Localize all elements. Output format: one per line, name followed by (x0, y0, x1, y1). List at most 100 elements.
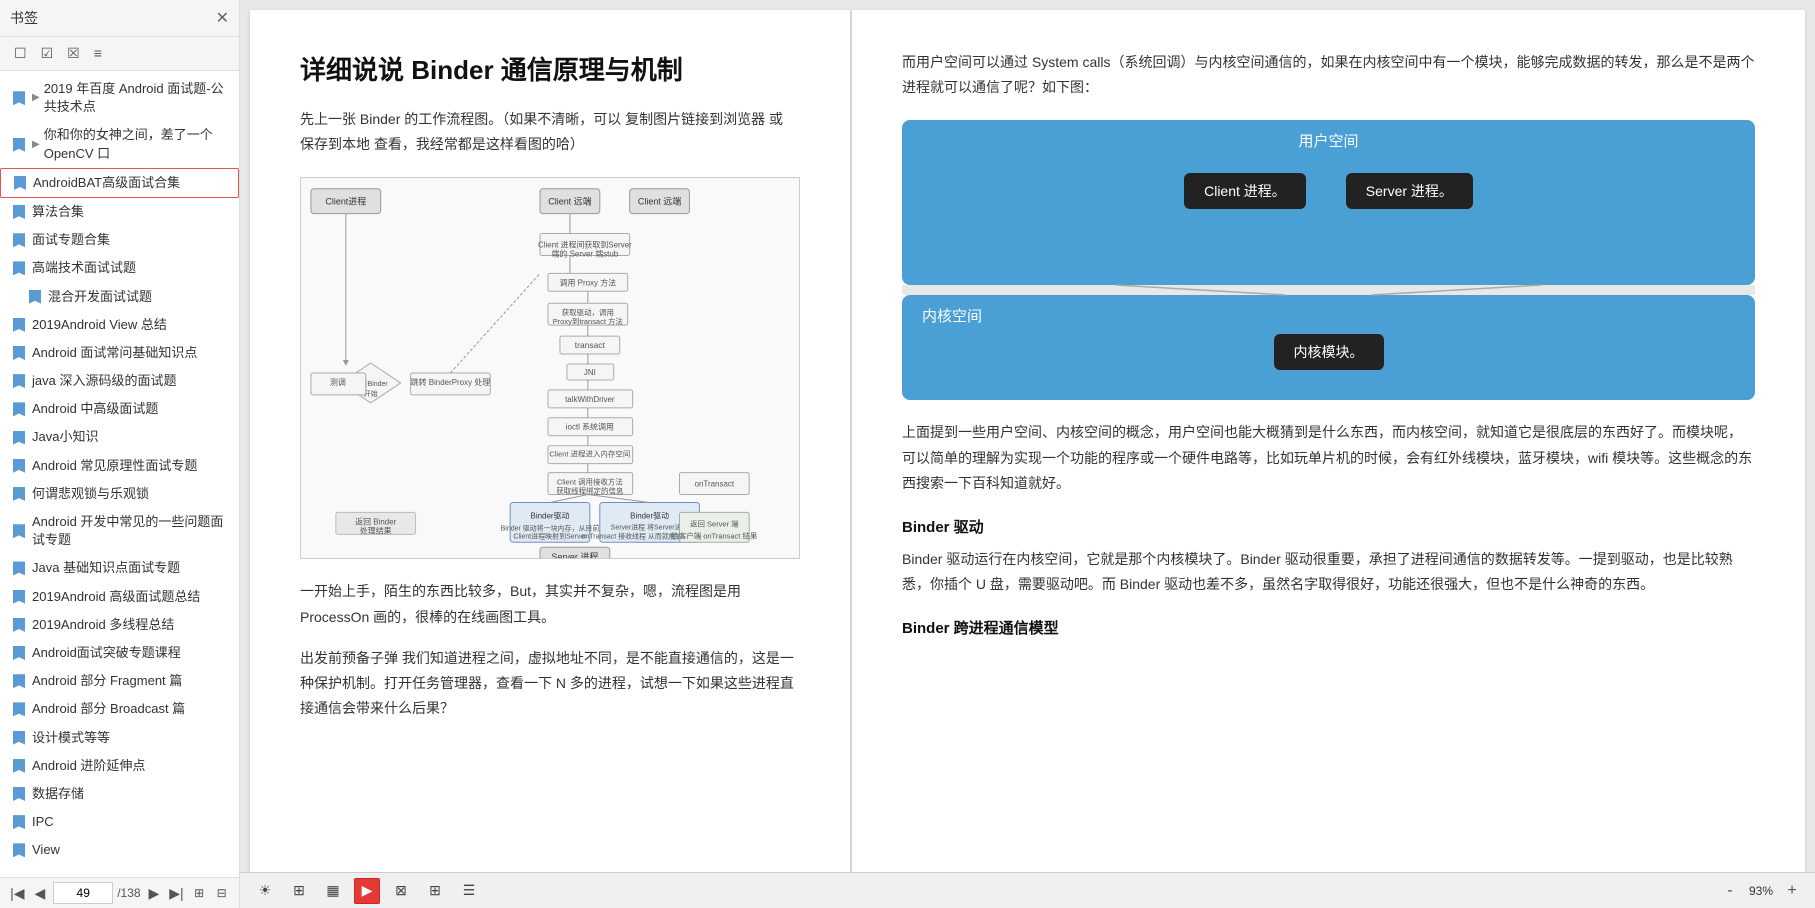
sidebar-item-item14[interactable]: 何谓悲观锁与乐观锁 (0, 480, 239, 508)
sidebar: 书签 ✕ ☐ ☑ ☒ ≡ ▶ 2019 年百度 Android 面试题-公共技术点… (0, 0, 240, 908)
svg-text:Server进程 将Server进程: Server进程 将Server进程 (611, 523, 689, 532)
toolbar-icon-3[interactable]: ☒ (63, 43, 84, 64)
sidebar-item-label-item10: java 深入源码级的面试题 (32, 372, 176, 390)
right-para1: 而用户空间可以通过 System calls（系统回调）与内核空间通信的，如果在… (902, 50, 1755, 100)
tool-btn-5[interactable]: ⊠ (388, 878, 414, 904)
sidebar-item-item13[interactable]: Android 常见原理性面试专题 (0, 452, 239, 480)
svg-text:处理结果: 处理结果 (360, 526, 392, 536)
zoom-minus-button[interactable]: - (1719, 880, 1741, 902)
bookmark-icon-item11 (12, 402, 26, 416)
bookmark-icon-item9 (12, 346, 26, 360)
zoom-plus-button[interactable]: + (1781, 880, 1803, 902)
page-title: 详细说说 Binder 通信原理与机制 (300, 50, 800, 87)
sidebar-item-item2[interactable]: ▶你和你的女神之间，差了一个 OpenCV 口 (0, 121, 239, 167)
tool-btn-2[interactable]: ⊞ (286, 878, 312, 904)
sidebar-item-item4[interactable]: 算法合集 (0, 198, 239, 226)
sidebar-item-label-item26: View (32, 841, 60, 859)
next-page-button[interactable]: ▶ (145, 882, 164, 904)
sidebar-item-item18[interactable]: 2019Android 多线程总结 (0, 611, 239, 639)
page-number-input[interactable] (53, 882, 113, 904)
tool-btn-7[interactable]: ☰ (456, 878, 482, 904)
close-icon[interactable]: ✕ (216, 8, 229, 28)
sidebar-items-list: ▶ 2019 年百度 Android 面试题-公共技术点 ▶你和你的女神之间，差了一… (0, 71, 239, 877)
sidebar-item-item20[interactable]: Android 部分 Fragment 篇 (0, 667, 239, 695)
expand-button[interactable]: ⊞ (190, 882, 209, 904)
sidebar-item-item12[interactable]: Java小知识 (0, 423, 239, 451)
svg-text:Client 远端: Client 远端 (548, 196, 591, 207)
svg-text:Client进程: Client进程 (325, 197, 366, 207)
tool-btn-1[interactable]: ☀ (252, 878, 278, 904)
sidebar-item-item9[interactable]: Android 面试常问基础知识点 (0, 339, 239, 367)
sidebar-item-item10[interactable]: java 深入源码级的面试题 (0, 367, 239, 395)
bookmark-icon-item19 (12, 646, 26, 660)
sidebar-footer: |◀ ◀ /138 ▶ ▶| ⊞ ⊟ (0, 877, 239, 908)
expand-arrow-item2[interactable]: ▶ (32, 138, 40, 152)
svg-text:Binder 驱动将一块内存，从目前: Binder 驱动将一块内存，从目前 (501, 524, 600, 533)
svg-text:Client 进程间获取到Server: Client 进程间获取到Server (538, 240, 632, 250)
binder-diagram-container: Client进程 Client 远端 Client 远端 Client 进程间获… (300, 177, 800, 559)
sidebar-item-item3[interactable]: AndroidBAT高级面试合集 (0, 168, 239, 198)
bookmark-icon-item14 (12, 487, 26, 501)
sidebar-item-label-item8: 2019Android View 总结 (32, 316, 167, 334)
sidebar-item-item22[interactable]: 设计模式等等 (0, 724, 239, 752)
right-para2: 上面提到一些用户空间、内核空间的概念，用户空间也能大概猜到是什么东西，而内核空间… (902, 420, 1755, 496)
sidebar-item-item15[interactable]: Android 开发中常见的一些问题面试专题 (0, 508, 239, 554)
toolbar-icon-1[interactable]: ☐ (10, 43, 31, 64)
collapse-button[interactable]: ⊟ (212, 882, 231, 904)
toolbar-icon-4[interactable]: ≡ (90, 43, 106, 64)
sidebar-item-item7[interactable]: 混合开发面试试题 (0, 283, 239, 311)
play-button[interactable]: ▶ (354, 878, 380, 904)
sidebar-item-item24[interactable]: 数据存储 (0, 780, 239, 808)
tool-btn-3[interactable]: ▦ (320, 878, 346, 904)
binder-flow-diagram: Client进程 Client 远端 Client 远端 Client 进程间获… (301, 178, 799, 558)
sidebar-item-item21[interactable]: Android 部分 Broadcast 篇 (0, 695, 239, 723)
sidebar-title: 书签 (10, 8, 38, 28)
svg-text:Binder驱动: Binder驱动 (630, 511, 669, 521)
binder-driver-title: Binder 驱动 (902, 516, 1755, 537)
sidebar-item-item16[interactable]: Java 基础知识点面试专题 (0, 554, 239, 582)
prev-page-button[interactable]: ◀ (31, 882, 50, 904)
bookmark-icon-item24 (12, 787, 26, 801)
sidebar-item-item6[interactable]: 高端技术面试试题 (0, 254, 239, 282)
svg-text:Client 远端: Client 远端 (638, 196, 681, 207)
last-page-button[interactable]: ▶| (167, 882, 186, 904)
tool-btn-6[interactable]: ⊞ (422, 878, 448, 904)
svg-text:talkWithDriver: talkWithDriver (565, 395, 615, 404)
bookmark-icon-item7 (28, 290, 42, 304)
client-process-box: Client 进程。 (1184, 173, 1306, 209)
sidebar-item-item1[interactable]: ▶ 2019 年百度 Android 面试题-公共技术点 (0, 75, 239, 121)
toolbar-icon-2[interactable]: ☑ (37, 43, 58, 64)
bottom-toolbar: ☀ ⊞ ▦ ▶ ⊠ ⊞ ☰ - 93% + (240, 872, 1815, 908)
sidebar-item-label-item24: 数据存储 (32, 785, 84, 803)
user-space-processes: Client 进程。 Server 进程。 (1184, 173, 1473, 209)
expand-arrow-item1[interactable]: ▶ (32, 91, 40, 105)
bookmark-icon-item5 (12, 233, 26, 247)
first-page-button[interactable]: |◀ (8, 882, 27, 904)
sidebar-item-item19[interactable]: Android面试突破专题课程 (0, 639, 239, 667)
sidebar-item-item5[interactable]: 面试专题合集 (0, 226, 239, 254)
sidebar-item-label-item16: Java 基础知识点面试专题 (32, 559, 180, 577)
sidebar-item-item26[interactable]: View (0, 836, 239, 864)
bookmark-icon-item3 (13, 176, 27, 190)
right-page-panel: 而用户空间可以通过 System calls（系统回调）与内核空间通信的，如果在… (852, 10, 1805, 898)
para2: 一开始上手，陌生的东西比较多，But，其实并不复杂，嗯，流程图是用 Proces… (300, 579, 800, 629)
sidebar-item-item11[interactable]: Android 中高级面试题 (0, 395, 239, 423)
sidebar-item-label-item14: 何谓悲观锁与乐观锁 (32, 485, 149, 503)
svg-text:transact: transact (575, 340, 606, 350)
bookmark-icon-item23 (12, 759, 26, 773)
bookmark-icon-item8 (12, 318, 26, 332)
sidebar-item-label-item3: AndroidBAT高级面试合集 (33, 174, 180, 192)
svg-text:Client 进程进入内存空间: Client 进程进入内存空间 (549, 449, 630, 459)
bookmark-icon-item10 (12, 374, 26, 388)
bookmark-icon-item2 (12, 138, 26, 152)
sidebar-item-item17[interactable]: 2019Android 高级面试题总结 (0, 583, 239, 611)
sidebar-item-label-item1: 2019 年百度 Android 面试题-公共技术点 (44, 80, 231, 116)
sidebar-item-item23[interactable]: Android 进阶延伸点 (0, 752, 239, 780)
sidebar-item-item25[interactable]: IPC (0, 808, 239, 836)
connecting-lines (902, 285, 1755, 295)
kernel-space-box: 内核空间 内核模块。 (902, 295, 1755, 400)
sidebar-item-item8[interactable]: 2019Android View 总结 (0, 311, 239, 339)
bookmark-icon-item18 (12, 618, 26, 632)
svg-text:Binder驱动: Binder驱动 (531, 511, 570, 521)
page-total-label: /138 (117, 886, 140, 900)
